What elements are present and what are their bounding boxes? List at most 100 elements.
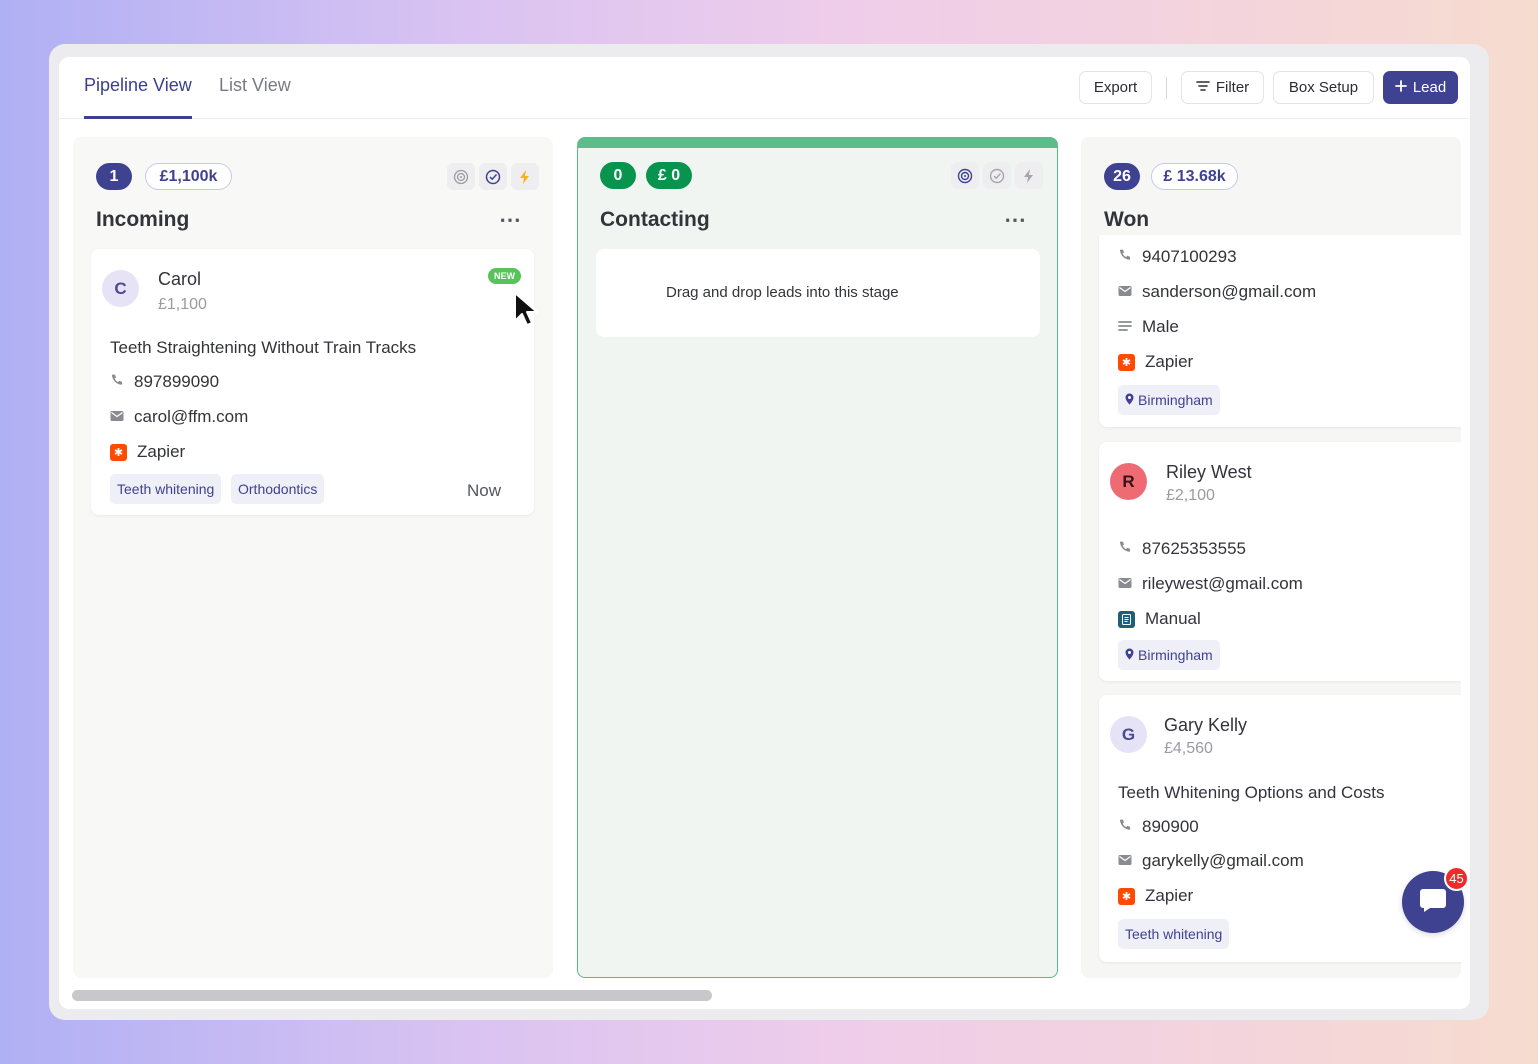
lead-phone-row: 9407100293: [1118, 247, 1237, 267]
location-label: Birmingham: [1138, 392, 1213, 408]
bolt-icon[interactable]: [511, 163, 539, 190]
export-label: Export: [1093, 79, 1138, 96]
lead-email-row: garykelly@gmail.com: [1118, 851, 1304, 871]
lead-phone: 9407100293: [1142, 247, 1237, 266]
lead-amount: £2,100: [1166, 487, 1215, 504]
location-tag[interactable]: Birmingham: [1118, 385, 1220, 415]
tag-teeth-whitening[interactable]: Teeth whitening: [110, 474, 222, 504]
target-icon[interactable]: [951, 162, 979, 189]
export-button[interactable]: Export: [1079, 71, 1152, 104]
lead-card-carol[interactable]: C Carol £1,100 NEW Teeth Straightening W…: [91, 249, 534, 515]
lead-card-sanderson[interactable]: 9407100293 sanderson@gmail.com Male ✱ Za…: [1099, 235, 1461, 427]
lead-source: Zapier: [1145, 886, 1194, 905]
lead-email: garykelly@gmail.com: [1142, 851, 1304, 870]
stage-count-badge: 0: [600, 162, 636, 189]
mail-icon: [1118, 574, 1132, 594]
new-badge: NEW: [488, 268, 521, 284]
target-icon[interactable]: [447, 163, 475, 190]
stage-title: Won: [1104, 208, 1150, 231]
lead-source: Zapier: [1145, 352, 1194, 371]
stage-count-badge: 1: [96, 163, 132, 190]
empty-drop-zone[interactable]: Drag and drop leads into this stage: [596, 249, 1040, 337]
zapier-icon: ✱: [110, 443, 127, 461]
lead-phone-row: 890900: [1118, 817, 1199, 837]
lead-source-row: ✱ Zapier: [110, 442, 185, 462]
lead-card-gary-kelly[interactable]: G Gary Kelly £4,560 Teeth Whitening Opti…: [1099, 695, 1461, 962]
lead-email-row: carol@ffm.com: [110, 407, 248, 427]
stage-value-badge: £ 0: [646, 162, 692, 189]
lead-phone: 87625353555: [1142, 539, 1247, 558]
lead-phone: 897899090: [134, 372, 220, 391]
lead-source-row: ✱ Zapier: [1118, 352, 1193, 372]
stage-actions: [447, 163, 539, 190]
add-lead-button[interactable]: Lead: [1383, 71, 1458, 104]
tab-list-view[interactable]: List View: [219, 75, 291, 119]
lead-card-riley-west[interactable]: R Riley West £2,100 87625353555 rileywes…: [1099, 442, 1461, 681]
lead-subject: Teeth Straightening Without Train Tracks: [110, 338, 417, 357]
mail-icon: [1118, 851, 1132, 871]
stage-column-incoming: 1 £1,100k Incoming ⋯ C Carol £1,100 NEW …: [73, 137, 553, 978]
gender-icon: [1118, 317, 1132, 337]
stage-value-badge: £ 13.68k: [1151, 163, 1238, 190]
phone-icon: [1118, 817, 1132, 837]
location-tag[interactable]: Birmingham: [1118, 640, 1220, 670]
stage-title: Contacting: [600, 208, 710, 231]
stage-value-badge: £1,100k: [145, 163, 232, 190]
box-setup-label: Box Setup: [1288, 79, 1359, 96]
stage-title: Incoming: [96, 208, 190, 231]
phone-icon: [1118, 539, 1132, 559]
filter-label: Filter: [1215, 79, 1250, 96]
lead-phone-row: 897899090: [110, 372, 219, 392]
phone-icon: [1118, 247, 1132, 267]
plus-icon: [1394, 79, 1407, 96]
stage-actions: [951, 162, 1043, 189]
location-pin-icon: [1125, 392, 1134, 408]
zapier-icon: ✱: [1118, 353, 1135, 371]
lead-time: Now: [467, 481, 502, 500]
tab-pipeline-view[interactable]: Pipeline View: [84, 75, 192, 119]
lead-subject: Teeth Whitening Options and Costs: [1118, 783, 1385, 802]
app-window: Pipeline View List View Export Filter Bo…: [59, 57, 1470, 1009]
avatar: G: [1110, 716, 1147, 753]
lead-source-row: Manual: [1118, 609, 1201, 629]
lead-amount: £4,560: [1164, 740, 1213, 757]
chat-unread-badge: 45: [1444, 866, 1469, 891]
check-circle-icon[interactable]: [983, 162, 1011, 189]
chat-icon: [1419, 887, 1447, 918]
header-divider: [1166, 77, 1167, 99]
lead-gender: Male: [1142, 317, 1179, 336]
box-setup-button[interactable]: Box Setup: [1273, 71, 1374, 104]
location-pin-icon: [1125, 647, 1134, 663]
lead-email-row: rileywest@gmail.com: [1118, 574, 1303, 594]
tag-orthodontics[interactable]: Orthodontics: [231, 474, 325, 504]
mail-icon: [1118, 282, 1132, 302]
more-icon[interactable]: ⋯: [1004, 207, 1027, 233]
lead-amount: £1,100: [158, 296, 207, 313]
lead-phone-row: 87625353555: [1118, 539, 1246, 559]
avatar: R: [1110, 463, 1147, 500]
add-lead-label: Lead: [1412, 79, 1447, 96]
lead-name: Gary Kelly: [1164, 715, 1248, 735]
stage-count-badge: 26: [1104, 163, 1140, 190]
lead-name: Carol: [158, 269, 202, 289]
avatar: C: [102, 270, 139, 307]
tag-teeth-whitening[interactable]: Teeth whitening: [1118, 919, 1230, 949]
cursor-icon: [512, 291, 544, 334]
location-label: Birmingham: [1138, 647, 1213, 663]
check-circle-icon[interactable]: [479, 163, 507, 190]
header-bar: Pipeline View List View Export Filter Bo…: [59, 57, 1470, 119]
bolt-icon[interactable]: [1015, 162, 1043, 189]
filter-button[interactable]: Filter: [1181, 71, 1264, 104]
lead-email: sanderson@gmail.com: [1142, 282, 1317, 301]
lead-email: carol@ffm.com: [134, 407, 249, 426]
more-icon[interactable]: ⋯: [499, 207, 522, 233]
lead-email: rileywest@gmail.com: [1142, 574, 1303, 593]
manual-icon: [1118, 610, 1135, 628]
stage-column-won: 26 £ 13.68k Won 9407100293 sanderson@gma…: [1081, 137, 1461, 978]
lead-email-row: sanderson@gmail.com: [1118, 282, 1316, 302]
mail-icon: [110, 407, 124, 427]
horizontal-scrollbar[interactable]: [72, 990, 712, 1001]
phone-icon: [110, 372, 124, 392]
lead-name: Riley West: [1166, 462, 1252, 482]
lead-source: Manual: [1145, 609, 1201, 628]
